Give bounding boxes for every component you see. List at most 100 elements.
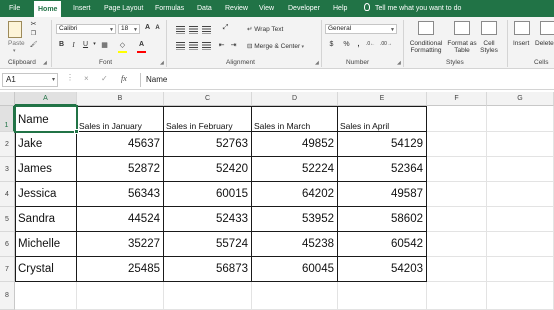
delete-cells-button[interactable]: Delete (535, 40, 554, 47)
tab-file[interactable]: File (9, 0, 20, 17)
underline-icon[interactable]: U (81, 41, 90, 48)
tab-page-layout[interactable]: Page Layout (104, 0, 143, 17)
cell-b4[interactable]: 56343 (77, 182, 164, 207)
cell-a4[interactable]: Jessica (15, 182, 77, 207)
cell-e2[interactable]: 54129 (338, 132, 427, 157)
cell-f2[interactable] (427, 132, 487, 157)
column-header-e[interactable]: E (338, 92, 427, 106)
wrap-text-button[interactable]: ↵ Wrap Text (247, 25, 283, 33)
cell-c1[interactable]: Sales in February (164, 106, 252, 132)
cell-a6[interactable]: Michelle (15, 232, 77, 257)
format-as-table-icon[interactable] (454, 21, 470, 35)
increase-decimal-icon[interactable]: .0← (366, 41, 375, 47)
tab-review[interactable]: Review (225, 0, 248, 17)
cell-d2[interactable]: 49852 (252, 132, 338, 157)
name-box[interactable]: A1 ▾ (2, 73, 58, 87)
increase-font-icon[interactable]: A (143, 24, 152, 31)
cell-b6[interactable]: 35227 (77, 232, 164, 257)
italic-icon[interactable]: I (69, 41, 78, 49)
orientation-icon[interactable]: ⤢ (221, 24, 230, 32)
column-header-a[interactable]: A (15, 92, 77, 106)
cell-c3[interactable]: 52420 (164, 157, 252, 182)
formula-input[interactable]: Name (140, 73, 552, 87)
cut-icon[interactable]: ✂ (29, 20, 38, 28)
borders-icon[interactable]: ▦ (100, 41, 109, 49)
cell-f3[interactable] (427, 157, 487, 182)
cell-g3[interactable] (487, 157, 554, 182)
number-format-select[interactable]: General ▼ (325, 24, 397, 34)
bold-icon[interactable]: B (57, 41, 66, 48)
tab-view[interactable]: View (259, 0, 274, 17)
number-launcher-icon[interactable]: ◢ (397, 60, 401, 66)
cell-g1[interactable] (487, 106, 554, 132)
cell-b3[interactable]: 52872 (77, 157, 164, 182)
cell-f1[interactable] (427, 106, 487, 132)
tab-help[interactable]: Help (333, 0, 347, 17)
tab-home[interactable]: Home (34, 0, 62, 17)
cell-e4[interactable]: 49587 (338, 182, 427, 207)
cell-c7[interactable]: 56873 (164, 257, 252, 282)
cell-c8[interactable] (164, 282, 252, 310)
cell-g4[interactable] (487, 182, 554, 207)
insert-cells-button[interactable]: Insert (513, 40, 529, 47)
align-right-icon[interactable] (202, 42, 211, 50)
row-header-1[interactable]: 1 (0, 106, 15, 132)
cell-g2[interactable] (487, 132, 554, 157)
tab-data[interactable]: Data (197, 0, 212, 17)
cancel-icon[interactable]: × (84, 74, 89, 83)
cell-b7[interactable]: 25485 (77, 257, 164, 282)
cell-e1[interactable]: Sales in April (338, 106, 427, 132)
row-header-2[interactable]: 2 (0, 132, 15, 157)
align-top-icon[interactable] (176, 26, 185, 34)
cell-d5[interactable]: 53952 (252, 207, 338, 232)
cell-b2[interactable]: 45637 (77, 132, 164, 157)
decrease-decimal-icon[interactable]: .00→ (380, 41, 392, 47)
select-all-button[interactable] (0, 92, 15, 106)
row-header-5[interactable]: 5 (0, 207, 15, 232)
cell-a8[interactable] (15, 282, 77, 310)
clipboard-paste-icon[interactable] (8, 21, 22, 38)
cell-a2[interactable]: Jake (15, 132, 77, 157)
insert-cells-icon[interactable] (514, 21, 530, 35)
cell-e5[interactable]: 58602 (338, 207, 427, 232)
paste-dropdown-icon[interactable]: ▾ (13, 48, 16, 54)
cell-a3[interactable]: James (15, 157, 77, 182)
conditional-formatting-button[interactable]: Conditional Formatting (408, 40, 444, 54)
cell-a7[interactable]: Crystal (15, 257, 77, 282)
row-header-8[interactable]: 8 (0, 282, 15, 310)
fill-handle[interactable] (74, 129, 79, 134)
font-family-select[interactable]: Calibri ▼ (56, 24, 116, 34)
cell-a5[interactable]: Sandra (15, 207, 77, 232)
column-header-g[interactable]: G (487, 92, 554, 106)
cell-styles-button[interactable]: Cell Styles (478, 40, 500, 54)
row-header-7[interactable]: 7 (0, 257, 15, 282)
column-header-d[interactable]: D (252, 92, 338, 106)
paste-button[interactable]: Paste (8, 40, 25, 47)
cell-g5[interactable] (487, 207, 554, 232)
column-header-b[interactable]: B (77, 92, 164, 106)
cell-d7[interactable]: 60045 (252, 257, 338, 282)
row-header-3[interactable]: 3 (0, 157, 15, 182)
conditional-formatting-icon[interactable] (418, 21, 434, 35)
cell-styles-icon[interactable] (481, 21, 497, 35)
align-left-icon[interactable] (176, 42, 185, 50)
align-center-icon[interactable] (189, 42, 198, 50)
percent-icon[interactable]: % (342, 41, 351, 48)
cell-e7[interactable]: 54203 (338, 257, 427, 282)
format-as-table-button[interactable]: Format as Table (446, 40, 478, 54)
cell-a1[interactable]: Name (15, 106, 77, 132)
cell-c6[interactable]: 55724 (164, 232, 252, 257)
chevron-down-icon[interactable]: ▾ (90, 41, 99, 47)
decrease-font-icon[interactable]: A (153, 25, 162, 31)
cell-b8[interactable] (77, 282, 164, 310)
comma-style-icon[interactable]: , (354, 41, 363, 48)
font-launcher-icon[interactable]: ◢ (160, 60, 164, 66)
copy-icon[interactable]: ❐ (29, 30, 38, 37)
align-middle-icon[interactable] (189, 26, 198, 34)
cell-g8[interactable] (487, 282, 554, 310)
currency-icon[interactable]: $ (327, 41, 336, 48)
cell-e6[interactable]: 60542 (338, 232, 427, 257)
insert-function-icon[interactable]: fx (121, 74, 127, 83)
cell-g6[interactable] (487, 232, 554, 257)
font-color-icon[interactable]: A (137, 41, 146, 48)
